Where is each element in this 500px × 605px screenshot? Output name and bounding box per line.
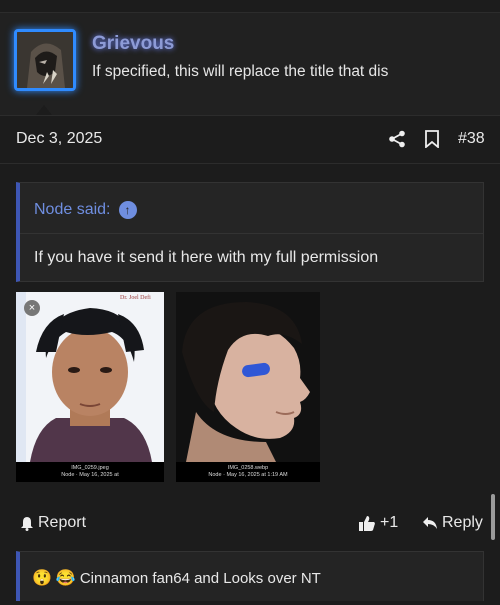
like-count: +1 [380,514,399,531]
laughing-emoji-icon: 😂 [55,570,76,587]
share-icon[interactable] [388,130,406,148]
attachment-meta: Node · May 16, 2025 at [61,472,119,478]
reply-arrow-icon [423,517,437,529]
attachment-caption: IMG_0259.jpeg Node · May 16, 2025 at [16,462,164,482]
post-meta: Dec 3, 2025 #38 [0,118,500,164]
attachment-filename: IMG_0259.jpeg [71,465,109,471]
avatar[interactable] [14,29,76,91]
post-date[interactable]: Dec 3, 2025 [16,130,102,148]
quote-divider [20,233,483,234]
attachment-thumbnail[interactable]: Dr. Joel Defi × IMG_0259.jpeg Node · May… [16,292,164,482]
bell-icon [21,516,33,531]
reactions-bar[interactable]: 😲 😂 Cinnamon fan64 and Looks over NT [16,551,484,601]
clinic-logo: Dr. Joel Defi [120,295,151,301]
attachments: Dr. Joel Defi × IMG_0259.jpeg Node · May… [16,292,320,482]
go-to-quote-icon[interactable]: ↑ [118,201,137,219]
reply-label: Reply [442,514,483,531]
quote-header[interactable]: Node said: ↑ [34,201,137,219]
astonished-emoji-icon: 😲 [32,570,52,587]
remove-attachment-icon[interactable]: × [24,300,40,316]
attachment-caption: IMG_0258.webp Node · May 16, 2025 at 1:1… [176,462,320,482]
scrollbar[interactable] [491,494,495,540]
face-front-image [16,292,164,462]
post-actions: Report +1 Reply [0,506,500,540]
attachment-filename: IMG_0258.webp [227,465,269,471]
avatar-image [17,32,73,88]
attachment-thumbnail[interactable]: IMG_0258.webp Node · May 16, 2025 at 1:1… [176,292,320,482]
reactions-text[interactable]: Cinnamon fan64 and Looks over NT [80,570,321,587]
like-button[interactable]: +1 [358,514,398,532]
thumbs-up-icon [359,515,375,531]
bookmark-icon[interactable] [424,130,440,148]
quote-block: Node said: ↑ If you have it send it here… [16,182,484,282]
user-title: If specified, this will replace the titl… [92,63,389,80]
attachment-meta: Node · May 16, 2025 at 1:19 AM [208,472,288,478]
post-number[interactable]: #38 [458,130,485,148]
report-label: Report [38,514,87,531]
report-button[interactable]: Report [20,514,86,532]
quote-body: If you have it send it here with my full… [34,249,379,266]
avatar-pointer [36,105,52,115]
username[interactable]: Grievous [92,33,174,55]
post-header: Grievous If specified, this will replace… [0,12,500,116]
quote-author[interactable]: Node said: [34,201,111,219]
reply-button[interactable]: Reply [422,514,483,532]
